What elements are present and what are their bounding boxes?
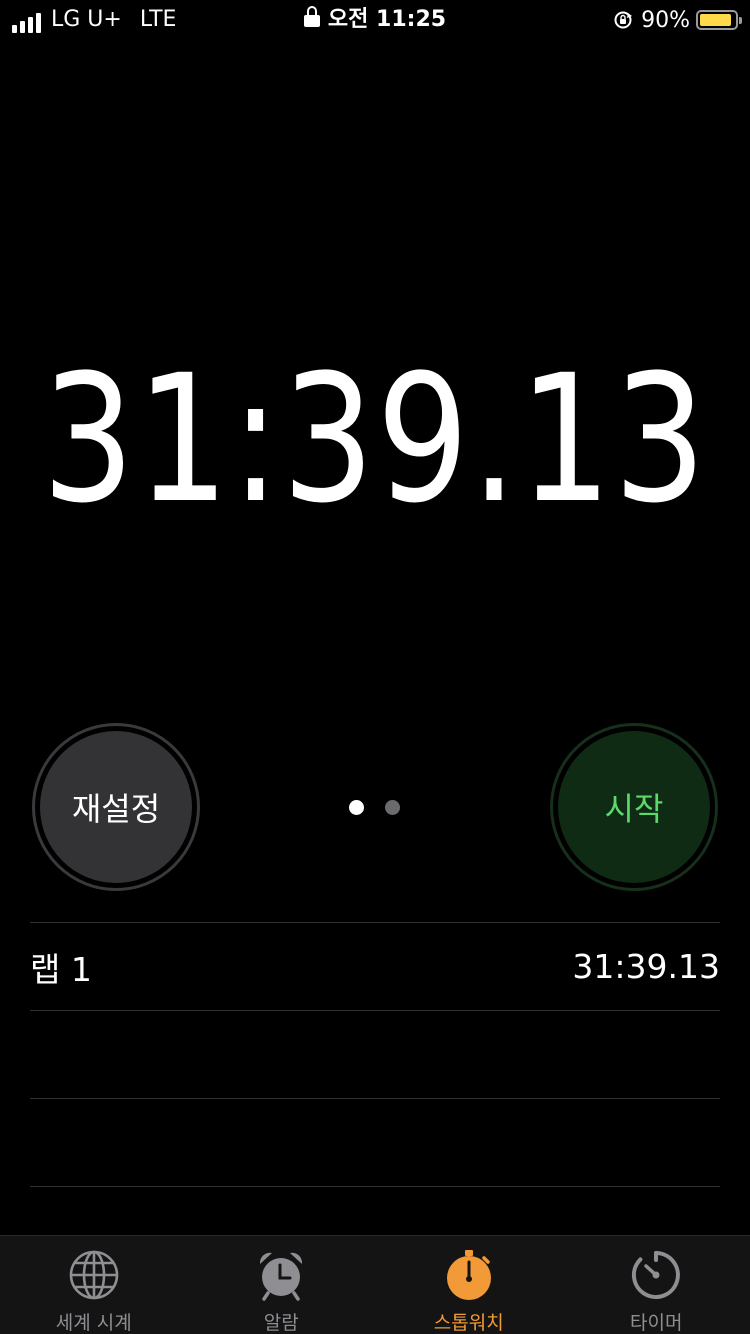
lock-icon bbox=[303, 6, 320, 28]
battery-fill bbox=[700, 14, 731, 26]
tab-label: 세계 시계 bbox=[55, 1312, 132, 1334]
empty-lap-row bbox=[30, 1098, 720, 1187]
empty-lap-row bbox=[30, 1010, 720, 1098]
timer-icon bbox=[632, 1251, 681, 1299]
alarm-clock-icon bbox=[260, 1252, 303, 1301]
status-bar: LG U+ LTE 오전 11:25 90% bbox=[0, 0, 750, 40]
stopwatch-display: 31:39.13 bbox=[0, 350, 750, 530]
stopwatch-time: 31:39.13 bbox=[41, 337, 709, 542]
tab-label: 스톱워치 bbox=[433, 1312, 504, 1334]
reset-button-label: 재설정 bbox=[71, 790, 161, 828]
status-bar-right: 90% bbox=[613, 6, 742, 34]
tab-timer[interactable]: 타이머 bbox=[563, 1236, 750, 1334]
lap-time: 31:39.13 bbox=[572, 947, 720, 986]
tab-label: 알람 bbox=[263, 1312, 299, 1334]
tab-label: 타이머 bbox=[630, 1312, 683, 1334]
globe-icon bbox=[69, 1250, 119, 1300]
tab-world-clock[interactable]: 세계 시계 bbox=[0, 1236, 188, 1334]
tab-bar: 세계 시계 알람 스톱워치 타이머 bbox=[0, 1235, 750, 1334]
page-dot-2[interactable] bbox=[385, 800, 400, 815]
tab-alarm[interactable]: 알람 bbox=[188, 1236, 376, 1334]
battery-percentage: 90% bbox=[641, 7, 690, 33]
orientation-lock-icon bbox=[614, 11, 633, 29]
reset-button[interactable]: 재설정 bbox=[32, 723, 200, 891]
stopwatch-icon bbox=[446, 1250, 491, 1300]
start-button-label: 시작 bbox=[604, 790, 664, 828]
status-time: 오전 11:25 bbox=[327, 7, 447, 32]
reset-button-face[interactable]: 재설정 bbox=[40, 731, 192, 883]
page-dot-1[interactable] bbox=[349, 800, 364, 815]
stopwatch-screen: LG U+ LTE 오전 11:25 90% 31:39.13 재설정 시작 랩… bbox=[0, 0, 750, 1334]
lap-list[interactable]: 랩 1 31:39.13 bbox=[30, 922, 720, 1187]
start-button-face[interactable]: 시작 bbox=[558, 731, 710, 883]
page-indicator[interactable] bbox=[349, 800, 400, 815]
start-button[interactable]: 시작 bbox=[550, 723, 718, 891]
tab-stopwatch[interactable]: 스톱워치 bbox=[375, 1236, 563, 1334]
lap-row: 랩 1 31:39.13 bbox=[30, 922, 720, 1010]
lap-label: 랩 1 bbox=[30, 949, 92, 989]
battery-icon bbox=[696, 10, 742, 30]
